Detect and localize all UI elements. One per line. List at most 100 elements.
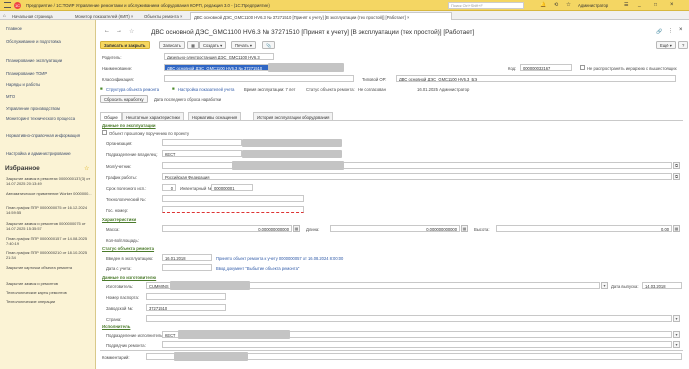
- parent-field[interactable]: Дизельно-электростанция ДЭС_GMC1100 HV6.…: [164, 53, 274, 60]
- create-button[interactable]: Создать ▾: [199, 41, 227, 49]
- reset-date-link[interactable]: Дата последнего сброса наработки: [154, 97, 221, 102]
- name-field[interactable]: ДВС основной ДЭС_GMC1100 HV6.3 № 3727151…: [164, 64, 270, 71]
- weight-field[interactable]: 0,000000000000: [162, 225, 292, 232]
- attach-button[interactable]: 📎: [262, 41, 276, 49]
- country-open-button[interactable]: ▾: [673, 315, 680, 322]
- help-button[interactable]: ?: [678, 41, 689, 49]
- mol-open-button[interactable]: ⧉: [673, 162, 680, 169]
- release-field[interactable]: 14.03.2018: [642, 282, 682, 289]
- reset-runtime-button[interactable]: Сбросить наработку: [100, 95, 148, 103]
- sidebar-item-production[interactable]: Управление производством: [6, 106, 90, 111]
- star-icon[interactable]: ☆: [566, 2, 571, 8]
- tab-monitor[interactable]: Монитор показателей (КИП) ×: [72, 12, 140, 20]
- accept-date-label: Дата с учета:: [106, 266, 132, 271]
- close-icon[interactable]: ×: [670, 2, 674, 8]
- favorite-item[interactable]: План-график ППР 0000000075 от 16.12.2024…: [6, 205, 92, 216]
- favorite-item[interactable]: Закрытие заявок и ремонтов 0000000075 от…: [6, 221, 92, 232]
- code-field[interactable]: 000000032167: [520, 64, 572, 71]
- commission-field[interactable]: 16.01.2018: [162, 254, 212, 261]
- tab-extra-characteristics[interactable]: Нештатные характеристики: [122, 112, 184, 120]
- section-operation: Данные по эксплуатации: [102, 123, 156, 128]
- passport-field[interactable]: [146, 293, 226, 300]
- favorite-item[interactable]: Технологические операции: [6, 299, 92, 305]
- favorite-star-icon[interactable]: ☆: [129, 28, 134, 35]
- home-icon[interactable]: ⌂: [3, 13, 6, 18]
- forward-arrow-icon[interactable]: →: [116, 28, 122, 34]
- sidebar-item-toir-planning[interactable]: Планирование ТОИР: [6, 71, 90, 76]
- minimize-icon[interactable]: _: [638, 2, 641, 8]
- favorites-star-icon[interactable]: ☆: [84, 165, 89, 172]
- inventory-field[interactable]: 000000001: [211, 184, 253, 191]
- height-field[interactable]: 0,00: [496, 225, 672, 232]
- sidebar-item-main[interactable]: Главное: [6, 26, 90, 31]
- length-field[interactable]: 0,000000000000: [330, 225, 460, 232]
- exec-dept-open-button[interactable]: ▾: [673, 331, 680, 338]
- tab-repair-objects[interactable]: Объекты ремонта ×: [141, 12, 189, 20]
- org-field[interactable]: [162, 139, 242, 146]
- sidebar-item-mto[interactable]: МТО: [6, 94, 90, 99]
- no-apply-checkbox[interactable]: [580, 65, 585, 70]
- link-icon[interactable]: 🔗: [656, 29, 662, 35]
- sidebar-item-orders[interactable]: Наряды и работы: [6, 82, 90, 87]
- doc-icon-button[interactable]: ▦: [187, 41, 199, 49]
- more-menu-icon[interactable]: ⋮: [668, 28, 673, 34]
- accept-link[interactable]: Принято объект ремонта к учету 000000005…: [216, 256, 343, 261]
- mol-label: Мол/учетник:: [106, 164, 132, 169]
- tab-general[interactable]: Общие: [100, 112, 122, 120]
- life-field[interactable]: 0: [162, 184, 176, 191]
- disposal-link[interactable]: Ввод документ "Выбытие объекта ремонта": [216, 266, 299, 271]
- tab-history[interactable]: История эксплуатации оборудования: [253, 112, 334, 120]
- country-field[interactable]: [146, 315, 672, 322]
- tab-current-object[interactable]: ДВС основной ДЭС_GMC1100 HV6.3 № 3727151…: [190, 12, 452, 20]
- favorite-item[interactable]: План-график ППР 0000000157 от 14.08.2025…: [6, 236, 92, 247]
- runtime-link[interactable]: Время эксплуатации: 7 лет: [244, 87, 295, 92]
- favorite-item[interactable]: Технологические карты ремонтов: [6, 290, 92, 296]
- favorite-item[interactable]: Закрытие заявок в ремонтах 0000000137(3)…: [6, 176, 92, 187]
- bell-icon[interactable]: 🔔: [540, 2, 546, 8]
- user-name[interactable]: Администратор: [578, 3, 608, 8]
- tech-no-field[interactable]: [162, 195, 304, 202]
- more-button[interactable]: Ещё ▾: [656, 41, 676, 49]
- graph-open-button[interactable]: ⧉: [673, 173, 680, 180]
- length-calc-button[interactable]: ▦: [461, 225, 468, 232]
- sidebar-item-monitoring[interactable]: Мониторинг технического процесса: [6, 116, 90, 121]
- contractor-field[interactable]: [162, 341, 672, 348]
- height-calc-button[interactable]: ▦: [673, 225, 680, 232]
- back-arrow-icon[interactable]: ←: [104, 28, 110, 34]
- favorite-item[interactable]: Закрытие карточки объекта ремонта: [6, 265, 92, 271]
- class-field[interactable]: [164, 75, 354, 82]
- search-field[interactable]: Поиск Ctrl+Shift+F: [448, 1, 524, 9]
- weight-calc-button[interactable]: ▦: [293, 225, 300, 232]
- graph-label: График работы:: [106, 175, 137, 180]
- state-value[interactable]: Не согласован: [358, 87, 386, 92]
- gos-field[interactable]: [162, 206, 304, 213]
- maximize-icon[interactable]: □: [654, 2, 657, 8]
- save-button[interactable]: Записать: [159, 41, 185, 49]
- structure-link[interactable]: Структура объекта ремонта: [106, 87, 159, 92]
- favorite-item[interactable]: Автоматическое применение Worker 0000000…: [6, 191, 92, 197]
- print-button[interactable]: Печать ▾: [231, 41, 256, 49]
- sidebar-item-reference[interactable]: Нормативно-справочная информация: [6, 133, 90, 138]
- no-inventory-checkbox[interactable]: [102, 130, 107, 135]
- sidebar-item-operation-planning[interactable]: Планирование эксплуатации: [6, 58, 90, 63]
- sidebar-item-settings[interactable]: Настройка и администрирование: [6, 151, 90, 156]
- tab-equipment-norms[interactable]: Нормативы оснащения: [188, 112, 242, 120]
- maker-open-button[interactable]: ▾: [601, 282, 608, 289]
- favorite-item[interactable]: Закрытие заявок и ремонтов: [6, 281, 92, 287]
- graph-field[interactable]: Российская Федерация: [162, 173, 672, 180]
- history-icon[interactable]: ⟲: [554, 2, 558, 8]
- sidebar-item-maintenance[interactable]: Обслуживание и подготовка: [6, 39, 90, 44]
- favorite-item[interactable]: План-график ППР 0000000210 от 18.10.2025…: [6, 250, 92, 261]
- dept-field[interactable]: КЕСТ: [162, 150, 242, 157]
- tab-home[interactable]: Начальная страница: [9, 12, 71, 20]
- settings-icon[interactable]: ☰: [624, 2, 628, 8]
- accept-date-field[interactable]: [162, 264, 212, 271]
- contractor-open-button[interactable]: ▾: [673, 341, 680, 348]
- save-and-close-button[interactable]: Записать и закрыть: [100, 41, 150, 49]
- serial-field[interactable]: 37271510: [146, 304, 226, 311]
- indicators-link[interactable]: Настройка показателей учета: [178, 87, 234, 92]
- type-field[interactable]: ДВС основной ДЭС_GMC1100 HV6.3_БЭ: [396, 75, 676, 82]
- form-close-icon[interactable]: ×: [679, 27, 683, 33]
- menu-icon[interactable]: [4, 2, 11, 8]
- tech-no-label: Технологический №:: [106, 197, 146, 202]
